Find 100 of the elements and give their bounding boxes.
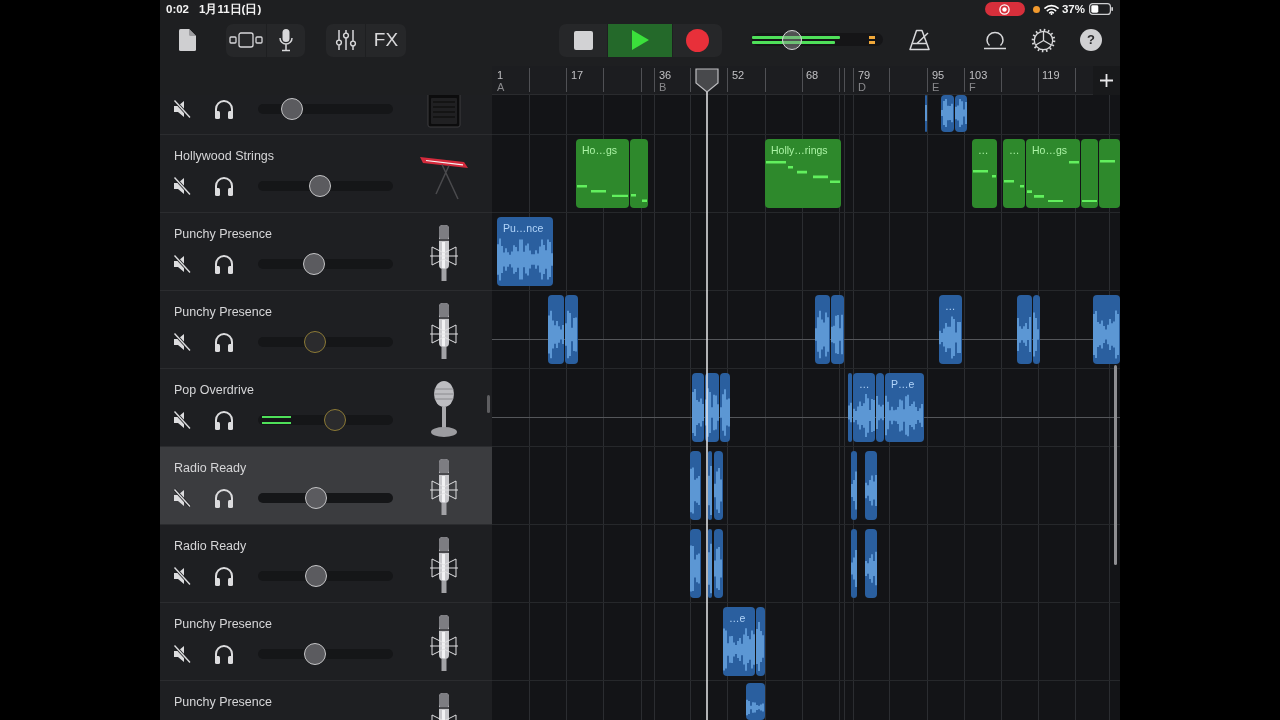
audio-region[interactable]	[690, 529, 701, 598]
waveform-drawing	[708, 543, 712, 594]
audio-region[interactable]	[714, 529, 723, 598]
audio-region[interactable]	[690, 451, 701, 520]
document-icon[interactable]	[178, 28, 197, 52]
indicator-dot-icon	[1032, 5, 1040, 13]
region-label: …	[978, 144, 989, 156]
audio-region[interactable]: Pu…nce	[497, 217, 553, 286]
audio-region[interactable]: …	[939, 295, 962, 364]
audio-region[interactable]	[865, 529, 877, 598]
loop-icon[interactable]	[983, 30, 1007, 50]
midi-region[interactable]	[1081, 139, 1098, 208]
volume-knob[interactable]	[308, 175, 331, 197]
track-name: Punchy Presence	[174, 304, 272, 320]
region-label: Ho…gs	[1032, 144, 1067, 156]
master-volume-slider[interactable]	[752, 30, 883, 50]
audio-region[interactable]: …	[853, 373, 875, 442]
midi-region[interactable]: Ho…gs	[1026, 139, 1080, 208]
timeline-ruler[interactable]: 1 A 17 36 B 52 68 79 D 95 E 103 F 119	[492, 66, 1093, 95]
volume-slider[interactable]	[258, 565, 393, 587]
track-name: Pop Overdrive	[174, 382, 254, 398]
record-icon	[686, 28, 709, 52]
volume-knob[interactable]	[305, 565, 328, 587]
help-button[interactable]: ?	[1080, 29, 1102, 51]
desk-microphone-icon	[429, 380, 459, 438]
audio-region[interactable]	[1033, 295, 1040, 364]
midi-region[interactable]: Ho…gs	[576, 139, 629, 208]
audio-region[interactable]	[831, 295, 844, 364]
headphones-icon[interactable]	[213, 98, 235, 120]
mute-icon[interactable]	[172, 99, 192, 119]
midi-region[interactable]: Holly…rings	[765, 139, 841, 208]
metronome-icon[interactable]	[908, 29, 932, 51]
resize-handle[interactable]	[487, 395, 490, 413]
headphones-icon[interactable]	[213, 565, 235, 587]
track-header[interactable]: Radio Ready	[160, 447, 492, 525]
audio-region[interactable]	[692, 373, 704, 442]
volume-slider[interactable]	[258, 487, 393, 509]
headphones-icon[interactable]	[213, 409, 235, 431]
microphone-icon	[429, 692, 459, 720]
volume-knob[interactable]	[304, 643, 327, 665]
audio-region[interactable]	[756, 607, 765, 676]
volume-slider[interactable]	[258, 98, 393, 120]
audio-region[interactable]	[941, 95, 954, 132]
volume-slider[interactable]	[258, 643, 393, 665]
headphones-icon[interactable]	[213, 253, 235, 275]
status-time: 0:02	[166, 3, 190, 15]
volume-slider[interactable]	[258, 175, 393, 197]
audio-region[interactable]	[851, 451, 857, 520]
mute-icon[interactable]	[172, 176, 192, 196]
add-track-button[interactable]	[1093, 66, 1120, 95]
volume-slider[interactable]	[258, 253, 393, 275]
headphones-icon[interactable]	[213, 331, 235, 353]
audio-region[interactable]: P…e	[885, 373, 924, 442]
midi-region[interactable]: …	[972, 139, 997, 208]
volume-knob[interactable]	[305, 487, 328, 509]
mute-icon[interactable]	[172, 332, 192, 352]
audio-region[interactable]	[565, 295, 578, 364]
audio-region[interactable]	[720, 373, 730, 442]
fx-button[interactable]: FX	[366, 23, 406, 57]
volume-slider[interactable]	[258, 331, 393, 353]
audio-region[interactable]: …e	[723, 607, 755, 676]
section-marker: D	[858, 81, 866, 93]
audio-region[interactable]	[851, 529, 857, 598]
audio-region[interactable]	[714, 451, 723, 520]
track-name: Hollywood Strings	[174, 148, 275, 164]
track-name: Punchy Presence	[174, 616, 272, 632]
wifi-icon	[1043, 3, 1059, 15]
section-marker: F	[969, 81, 976, 93]
audio-region[interactable]	[955, 95, 967, 132]
stop-button[interactable]	[559, 23, 607, 57]
view-switch-button[interactable]	[226, 23, 266, 57]
mute-icon[interactable]	[172, 488, 192, 508]
headphones-icon[interactable]	[213, 487, 235, 509]
headphones-icon[interactable]	[213, 643, 235, 665]
mute-icon[interactable]	[172, 254, 192, 274]
volume-knob[interactable]	[280, 98, 303, 120]
mute-icon[interactable]	[172, 644, 192, 664]
keyboard-icon	[418, 154, 470, 200]
midi-region[interactable]	[1099, 139, 1120, 208]
record-button[interactable]	[673, 23, 722, 57]
waveform-drawing	[714, 465, 723, 516]
mute-icon[interactable]	[172, 410, 192, 430]
headphones-icon[interactable]	[213, 175, 235, 197]
waveform-drawing	[815, 309, 830, 360]
note-bars-drawing	[973, 170, 996, 178]
microphone-button[interactable]	[267, 23, 305, 57]
volume-slider[interactable]	[258, 409, 393, 431]
mute-icon[interactable]	[172, 566, 192, 586]
mixer-button[interactable]	[326, 23, 365, 57]
audio-region[interactable]	[865, 451, 877, 520]
audio-region[interactable]	[746, 683, 765, 720]
playhead[interactable]	[695, 68, 719, 720]
bar-number: 1	[497, 69, 504, 81]
play-button[interactable]	[608, 23, 672, 57]
audio-region[interactable]	[876, 373, 884, 442]
volume-knob[interactable]	[303, 253, 326, 275]
midi-region[interactable]: …	[1003, 139, 1025, 208]
settings-icon[interactable]	[1031, 27, 1056, 53]
audio-region[interactable]	[848, 373, 852, 442]
track-header[interactable]	[160, 95, 492, 135]
